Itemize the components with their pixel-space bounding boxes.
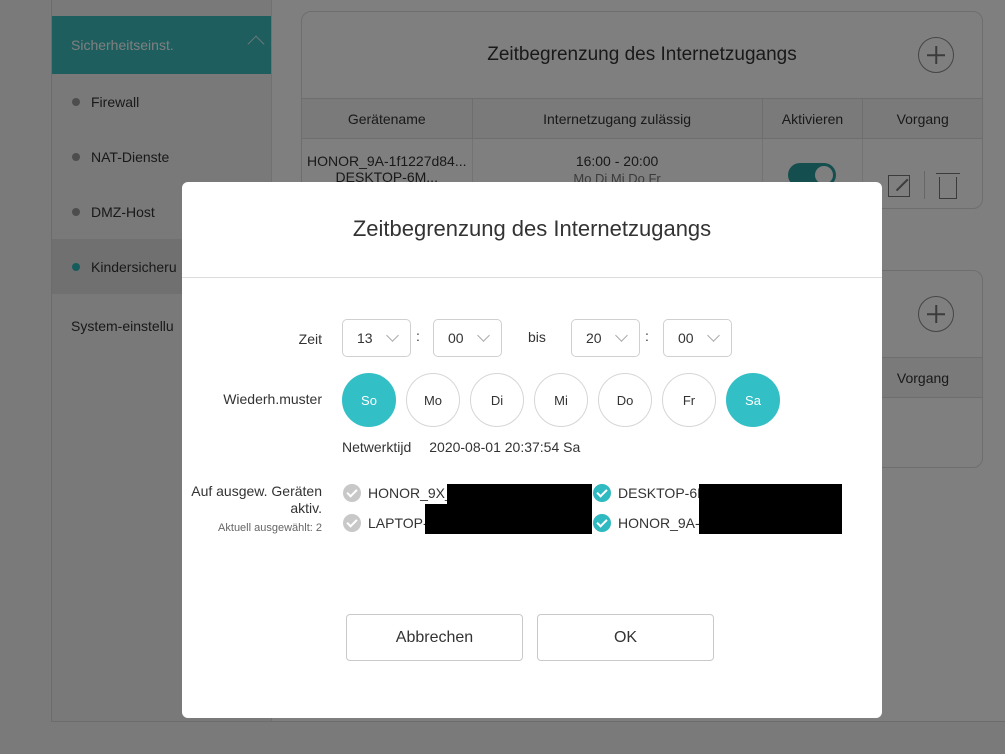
time-separator: : [416,328,420,344]
network-time: Netwerktijd 2020-08-01 20:37:54 Sa [342,439,580,455]
day-saturday[interactable]: Sa [726,373,780,427]
start-hour-select[interactable]: 13 [342,319,411,357]
ok-button[interactable]: OK [537,614,714,661]
devices-label-block: Auf ausgew. Geräten aktiv. Aktuell ausge… [182,483,322,537]
select-value: 20 [586,330,602,346]
redaction-box [699,484,842,534]
device-checkbox[interactable]: LAPTOP- [343,514,428,532]
day-monday[interactable]: Mo [406,373,460,427]
device-name: HONOR_9X_ [368,485,453,501]
chevron-down-icon [477,329,490,342]
device-name: LAPTOP- [368,515,428,531]
chevron-down-icon [386,329,399,342]
device-checkbox[interactable]: HONOR_9A- [593,514,700,532]
cancel-button[interactable]: Abbrechen [346,614,523,661]
time-separator: : [645,328,649,344]
dialog-title: Zeitbegrenzung des Internetzugangs [352,216,712,241]
redaction-box [447,484,592,504]
day-thursday[interactable]: Do [598,373,652,427]
check-icon [593,484,611,502]
select-value: 13 [357,330,373,346]
divider [182,277,882,278]
check-icon [343,514,361,532]
day-tuesday[interactable]: Di [470,373,524,427]
end-minute-select[interactable]: 00 [663,319,732,357]
device-name: DESKTOP-6M [618,485,709,501]
start-minute-select[interactable]: 00 [433,319,502,357]
time-limit-dialog: Zeitbegrenzung des Internetzugangs Zeit … [182,182,882,718]
chevron-down-icon [615,329,628,342]
device-checkbox[interactable]: HONOR_9X_ [343,484,453,502]
chevron-down-icon [707,329,720,342]
day-friday[interactable]: Fr [662,373,716,427]
select-value: 00 [448,330,464,346]
end-hour-select[interactable]: 20 [571,319,640,357]
device-name: HONOR_9A- [618,515,700,531]
check-icon [343,484,361,502]
bis-label: bis [528,329,546,345]
day-sunday[interactable]: So [342,373,396,427]
network-time-label: Netwerktijd [342,439,412,455]
network-time-value: 2020-08-01 20:37:54 Sa [429,439,581,455]
devices-selected-count: Aktuell ausgewählt: 2 [218,522,322,534]
redaction-box [425,504,592,534]
devices-label: Auf ausgew. Geräten aktiv. [191,483,322,516]
time-label: Zeit [298,331,322,347]
device-checkbox[interactable]: DESKTOP-6M [593,484,709,502]
day-wednesday[interactable]: Mi [534,373,588,427]
select-value: 00 [678,330,694,346]
repeat-label: Wiederh.muster [223,391,322,407]
check-icon [593,514,611,532]
